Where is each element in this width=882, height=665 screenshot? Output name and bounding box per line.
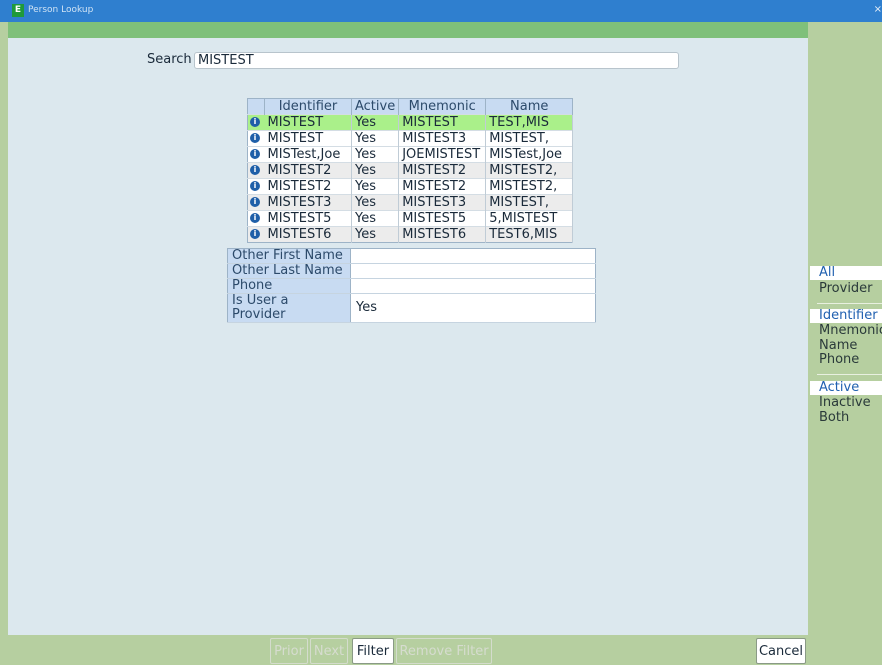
table-row[interactable]: i MISTEST Yes MISTEST3 MISTEST, [247, 130, 574, 147]
sidebar-item-mnemonic[interactable]: Mnemonic [819, 324, 882, 338]
active-cell: Yes [351, 162, 400, 179]
table-row[interactable]: i MISTEST6 Yes MISTEST6 TEST6,MIS [247, 226, 574, 243]
detail-label-phone: Phone [227, 278, 351, 294]
sidebar-item-all[interactable]: All [810, 266, 882, 280]
sidebar-divider [817, 374, 882, 375]
info-cell[interactable]: i [247, 194, 265, 211]
name-cell: MISTEST, [485, 194, 574, 211]
identifier-cell: MISTEST5 [264, 210, 352, 227]
name-cell: MISTest,Joe [485, 146, 574, 163]
column-header-mnemonic[interactable]: Mnemonic [398, 98, 487, 115]
filter-button[interactable]: Filter [352, 638, 394, 664]
table-row[interactable]: i MISTEST5 Yes MISTEST5 5,MISTEST [247, 210, 574, 227]
identifier-cell: MISTEST2 [264, 178, 352, 195]
sidebar-item-provider[interactable]: Provider [819, 282, 873, 296]
mnemonic-cell: MISTEST3 [398, 130, 487, 147]
info-icon[interactable]: i [250, 180, 260, 191]
detail-row: Is User a Provider Yes [227, 293, 596, 323]
identifier-cell: MISTEST2 [264, 162, 352, 179]
sidebar-item-phone[interactable]: Phone [819, 353, 859, 367]
detail-value-phone [350, 278, 596, 294]
app-icon: E [12, 4, 24, 17]
mnemonic-cell: MISTEST [398, 114, 487, 131]
identifier-cell: MISTest,Joe [264, 146, 352, 163]
prior-button[interactable]: Prior [270, 638, 308, 664]
identifier-cell: MISTEST [264, 130, 352, 147]
table-row[interactable]: i MISTEST Yes MISTEST TEST,MIS [247, 114, 574, 131]
detail-value-is-provider: Yes [350, 293, 596, 323]
column-header-identifier[interactable]: Identifier [264, 98, 352, 115]
info-icon[interactable]: i [250, 196, 260, 207]
table-row[interactable]: i MISTEST2 Yes MISTEST2 MISTEST2, [247, 178, 574, 195]
info-column-header [247, 98, 265, 115]
name-cell: MISTEST2, [485, 162, 574, 179]
detail-label-is-provider: Is User a Provider [227, 293, 351, 323]
mnemonic-cell: JOEMISTEST [398, 146, 487, 163]
sidebar-item-inactive[interactable]: Inactive [819, 396, 871, 410]
next-button[interactable]: Next [310, 638, 348, 664]
active-cell: Yes [351, 194, 400, 211]
info-icon[interactable]: i [250, 116, 260, 127]
search-label: Search [147, 52, 192, 67]
name-cell: 5,MISTEST [485, 210, 574, 227]
sidebar-item-identifier[interactable]: Identifier [810, 309, 882, 323]
detail-row: Other Last Name [227, 263, 596, 279]
active-cell: Yes [351, 226, 400, 243]
info-icon[interactable]: i [250, 164, 260, 175]
mnemonic-cell: MISTEST2 [398, 162, 487, 179]
active-cell: Yes [351, 178, 400, 195]
window-title: Person Lookup [28, 5, 94, 15]
info-cell[interactable]: i [247, 226, 265, 243]
info-cell[interactable]: i [247, 146, 265, 163]
detail-value-other-first-name [350, 248, 596, 264]
active-cell: Yes [351, 130, 400, 147]
identifier-cell: MISTEST6 [264, 226, 352, 243]
info-cell[interactable]: i [247, 162, 265, 179]
identifier-cell: MISTEST [264, 114, 352, 131]
active-cell: Yes [351, 114, 400, 131]
active-cell: Yes [351, 146, 400, 163]
mnemonic-cell: MISTEST2 [398, 178, 487, 195]
detail-row: Phone [227, 278, 596, 294]
name-cell: TEST6,MIS [485, 226, 574, 243]
table-row[interactable]: i MISTEST2 Yes MISTEST2 MISTEST2, [247, 162, 574, 179]
sidebar-item-active[interactable]: Active [810, 381, 882, 395]
info-icon[interactable]: i [250, 212, 260, 223]
name-cell: MISTEST, [485, 130, 574, 147]
name-cell: MISTEST2, [485, 178, 574, 195]
remove-filter-button[interactable]: Remove Filter [396, 638, 492, 664]
header-strip [8, 22, 808, 38]
info-icon[interactable]: i [250, 132, 260, 143]
info-cell[interactable]: i [247, 178, 265, 195]
info-cell[interactable]: i [247, 210, 265, 227]
close-icon[interactable]: × [874, 4, 882, 15]
cancel-button[interactable]: Cancel [756, 638, 806, 664]
info-cell[interactable]: i [247, 130, 265, 147]
details-table: Other First Name Other Last Name Phone I… [227, 248, 596, 323]
info-icon[interactable]: i [250, 228, 260, 239]
sidebar-item-name[interactable]: Name [819, 339, 857, 353]
active-cell: Yes [351, 210, 400, 227]
info-cell[interactable]: i [247, 114, 265, 131]
info-icon[interactable]: i [250, 148, 260, 159]
sidebar-item-both[interactable]: Both [819, 411, 849, 425]
results-header-row: Identifier Active Mnemonic Name [247, 98, 574, 115]
sidebar-divider [817, 303, 882, 304]
table-row[interactable]: i MISTest,Joe Yes JOEMISTEST MISTest,Joe [247, 146, 574, 163]
detail-value-other-last-name [350, 263, 596, 279]
results-table: Identifier Active Mnemonic Name i MISTES… [247, 98, 574, 243]
mnemonic-cell: MISTEST3 [398, 194, 487, 211]
detail-row: Other First Name [227, 248, 596, 264]
detail-label-other-last-name: Other Last Name [227, 263, 351, 279]
column-header-name[interactable]: Name [485, 98, 574, 115]
table-row[interactable]: i MISTEST3 Yes MISTEST3 MISTEST, [247, 194, 574, 211]
mnemonic-cell: MISTEST6 [398, 226, 487, 243]
mnemonic-cell: MISTEST5 [398, 210, 487, 227]
column-header-active[interactable]: Active [351, 98, 400, 115]
detail-label-other-first-name: Other First Name [227, 248, 351, 264]
name-cell: TEST,MIS [485, 114, 574, 131]
identifier-cell: MISTEST3 [264, 194, 352, 211]
title-bar: E Person Lookup × [0, 0, 882, 22]
search-input[interactable]: MISTEST [194, 52, 679, 69]
